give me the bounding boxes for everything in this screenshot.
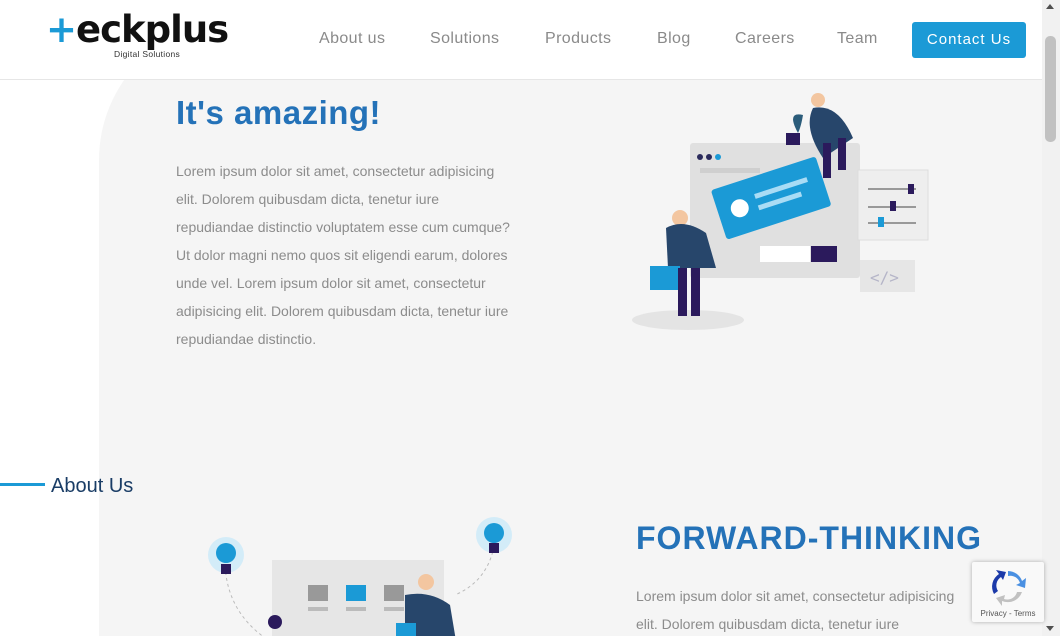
svg-text:</>: </>	[870, 268, 899, 287]
logo-tagline: Digital Solutions	[114, 49, 181, 59]
section-heading: It's amazing!	[176, 94, 382, 131]
nav-about-us[interactable]: About us	[319, 30, 385, 48]
section-paragraph: Lorem ipsum dolor sit amet, consectetur …	[176, 163, 510, 347]
about-paragraph: Lorem ipsum dolor sit amet, consectetur …	[636, 588, 955, 632]
scrollbar[interactable]	[1042, 0, 1060, 636]
site-header: +eckplus Digital Solutions About us Solu…	[0, 0, 1042, 80]
contact-us-button[interactable]: Contact Us	[912, 22, 1026, 58]
about-us-label: About Us	[51, 475, 134, 497]
nav-blog[interactable]: Blog	[657, 30, 691, 48]
scroll-up-arrow-icon[interactable]	[1046, 4, 1054, 9]
about-us-indicator-line	[0, 483, 45, 486]
logo[interactable]: +eckplus Digital Solutions	[46, 8, 229, 62]
recaptcha-links[interactable]: Privacy - Terms	[972, 609, 1044, 618]
ideas-board-illustration	[208, 517, 512, 636]
scroll-down-arrow-icon[interactable]	[1046, 626, 1054, 631]
logo-wordmark: +eckplus	[46, 8, 229, 51]
nav-products[interactable]: Products	[545, 30, 611, 48]
recaptcha-icon	[992, 570, 1026, 606]
scroll-thumb[interactable]	[1045, 36, 1056, 142]
nav-solutions[interactable]: Solutions	[430, 30, 499, 48]
about-heading: FORWARD-THINKING	[636, 520, 983, 556]
recaptcha-badge[interactable]: Privacy - Terms	[972, 562, 1044, 622]
nav-careers[interactable]: Careers	[735, 30, 795, 48]
team-collaboration-illustration: </>	[632, 93, 929, 330]
nav-team[interactable]: Team	[837, 30, 878, 48]
